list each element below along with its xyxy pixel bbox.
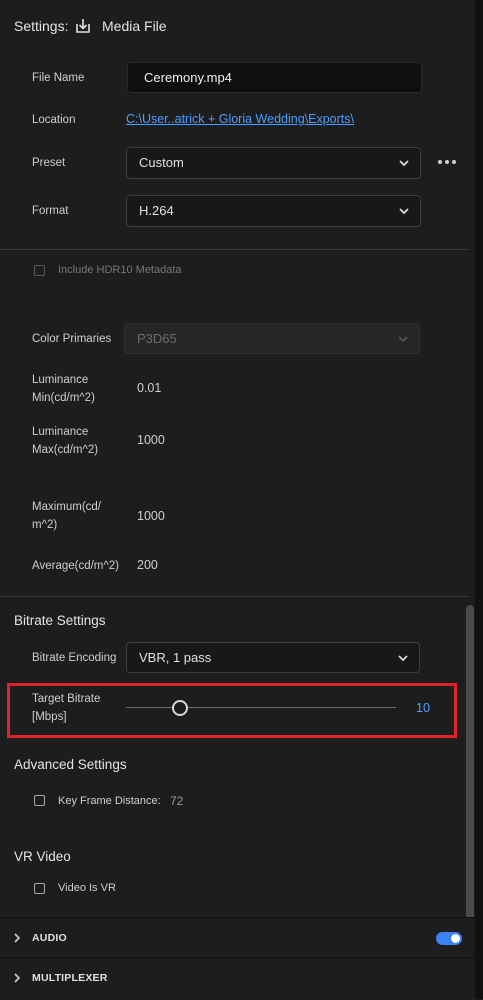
format-value: H.264 bbox=[139, 203, 174, 218]
luminance-min-label-line1: Luminance bbox=[32, 374, 89, 386]
audio-toggle-knob bbox=[451, 934, 460, 943]
chevron-down-icon bbox=[398, 655, 408, 662]
settings-title: Settings: bbox=[14, 18, 69, 34]
scrollbar-thumb[interactable] bbox=[466, 605, 474, 927]
maximum-label-line2: m^2) bbox=[32, 519, 58, 531]
multiplexer-section-label: MULTIPLEXER bbox=[32, 972, 108, 984]
bitrate-encoding-value: VBR, 1 pass bbox=[139, 650, 212, 665]
preset-select[interactable]: Custom bbox=[126, 147, 421, 179]
color-primaries-label: Color Primaries bbox=[32, 333, 112, 345]
chevron-right-icon bbox=[14, 933, 21, 943]
luminance-min-label: Luminance Min(cd/m^2) bbox=[32, 371, 95, 407]
more-options-icon[interactable] bbox=[437, 157, 457, 167]
bitrate-settings-heading: Bitrate Settings bbox=[14, 613, 106, 628]
hdr-metadata-checkbox[interactable] bbox=[34, 265, 45, 276]
media-file-label[interactable]: Media File bbox=[102, 18, 167, 34]
section-divider bbox=[0, 596, 470, 597]
multiplexer-section-row[interactable]: MULTIPLEXER bbox=[0, 957, 475, 1000]
maximum-value[interactable]: 1000 bbox=[137, 509, 165, 523]
bitrate-encoding-select[interactable]: VBR, 1 pass bbox=[126, 642, 420, 673]
target-bitrate-label-line1: Target Bitrate bbox=[32, 693, 101, 705]
key-frame-distance-checkbox[interactable] bbox=[34, 795, 45, 806]
key-frame-distance-value[interactable]: 72 bbox=[170, 794, 183, 808]
panel-right-edge bbox=[475, 0, 483, 999]
average-value[interactable]: 200 bbox=[137, 558, 158, 572]
vr-video-heading: VR Video bbox=[14, 849, 71, 864]
preset-label: Preset bbox=[32, 157, 66, 169]
file-name-label: File Name bbox=[32, 72, 85, 84]
audio-section-label: AUDIO bbox=[32, 932, 67, 944]
hdr-metadata-label: Include HDR10 Metadata bbox=[58, 264, 182, 276]
format-select[interactable]: H.264 bbox=[126, 195, 421, 227]
luminance-min-label-line2: Min(cd/m^2) bbox=[32, 392, 95, 404]
chevron-down-icon bbox=[399, 208, 409, 215]
video-is-vr-label: Video Is VR bbox=[58, 882, 116, 894]
chevron-down-icon bbox=[399, 160, 409, 167]
format-label: Format bbox=[32, 205, 69, 217]
key-frame-distance-label: Key Frame Distance: bbox=[58, 795, 161, 807]
luminance-min-value[interactable]: 0.01 bbox=[137, 381, 161, 395]
target-bitrate-slider-thumb[interactable] bbox=[172, 700, 188, 716]
luminance-max-value[interactable]: 1000 bbox=[137, 433, 165, 447]
video-is-vr-checkbox[interactable] bbox=[34, 883, 45, 894]
color-primaries-select: P3D65 bbox=[124, 323, 420, 354]
target-bitrate-value[interactable]: 10 bbox=[416, 701, 430, 715]
chevron-down-icon bbox=[398, 336, 408, 343]
section-divider bbox=[0, 249, 470, 250]
bitrate-encoding-label: Bitrate Encoding bbox=[32, 652, 117, 664]
luminance-max-label-line2: Max(cd/m^2) bbox=[32, 444, 99, 456]
target-bitrate-label-line2: [Mbps] bbox=[32, 711, 67, 723]
target-bitrate-slider-track[interactable] bbox=[126, 707, 396, 708]
preset-value: Custom bbox=[139, 155, 184, 170]
export-download-icon[interactable] bbox=[74, 17, 92, 35]
chevron-right-icon bbox=[14, 973, 21, 983]
target-bitrate-label: Target Bitrate [Mbps] bbox=[32, 690, 100, 726]
location-link[interactable]: C:\User..atrick + Gloria Wedding\Exports… bbox=[126, 112, 354, 126]
audio-section-row[interactable]: AUDIO bbox=[0, 917, 475, 958]
advanced-settings-heading: Advanced Settings bbox=[14, 757, 127, 772]
maximum-label: Maximum(cd/ m^2) bbox=[32, 498, 101, 534]
average-label: Average(cd/m^2) bbox=[32, 560, 119, 572]
color-primaries-value: P3D65 bbox=[137, 331, 177, 346]
location-label: Location bbox=[32, 114, 76, 126]
file-name-input[interactable]: Ceremony.mp4 bbox=[127, 62, 422, 93]
luminance-max-label: Luminance Max(cd/m^2) bbox=[32, 423, 98, 459]
maximum-label-line1: Maximum(cd/ bbox=[32, 501, 102, 513]
luminance-max-label-line1: Luminance bbox=[32, 426, 89, 438]
audio-toggle[interactable] bbox=[436, 932, 462, 945]
